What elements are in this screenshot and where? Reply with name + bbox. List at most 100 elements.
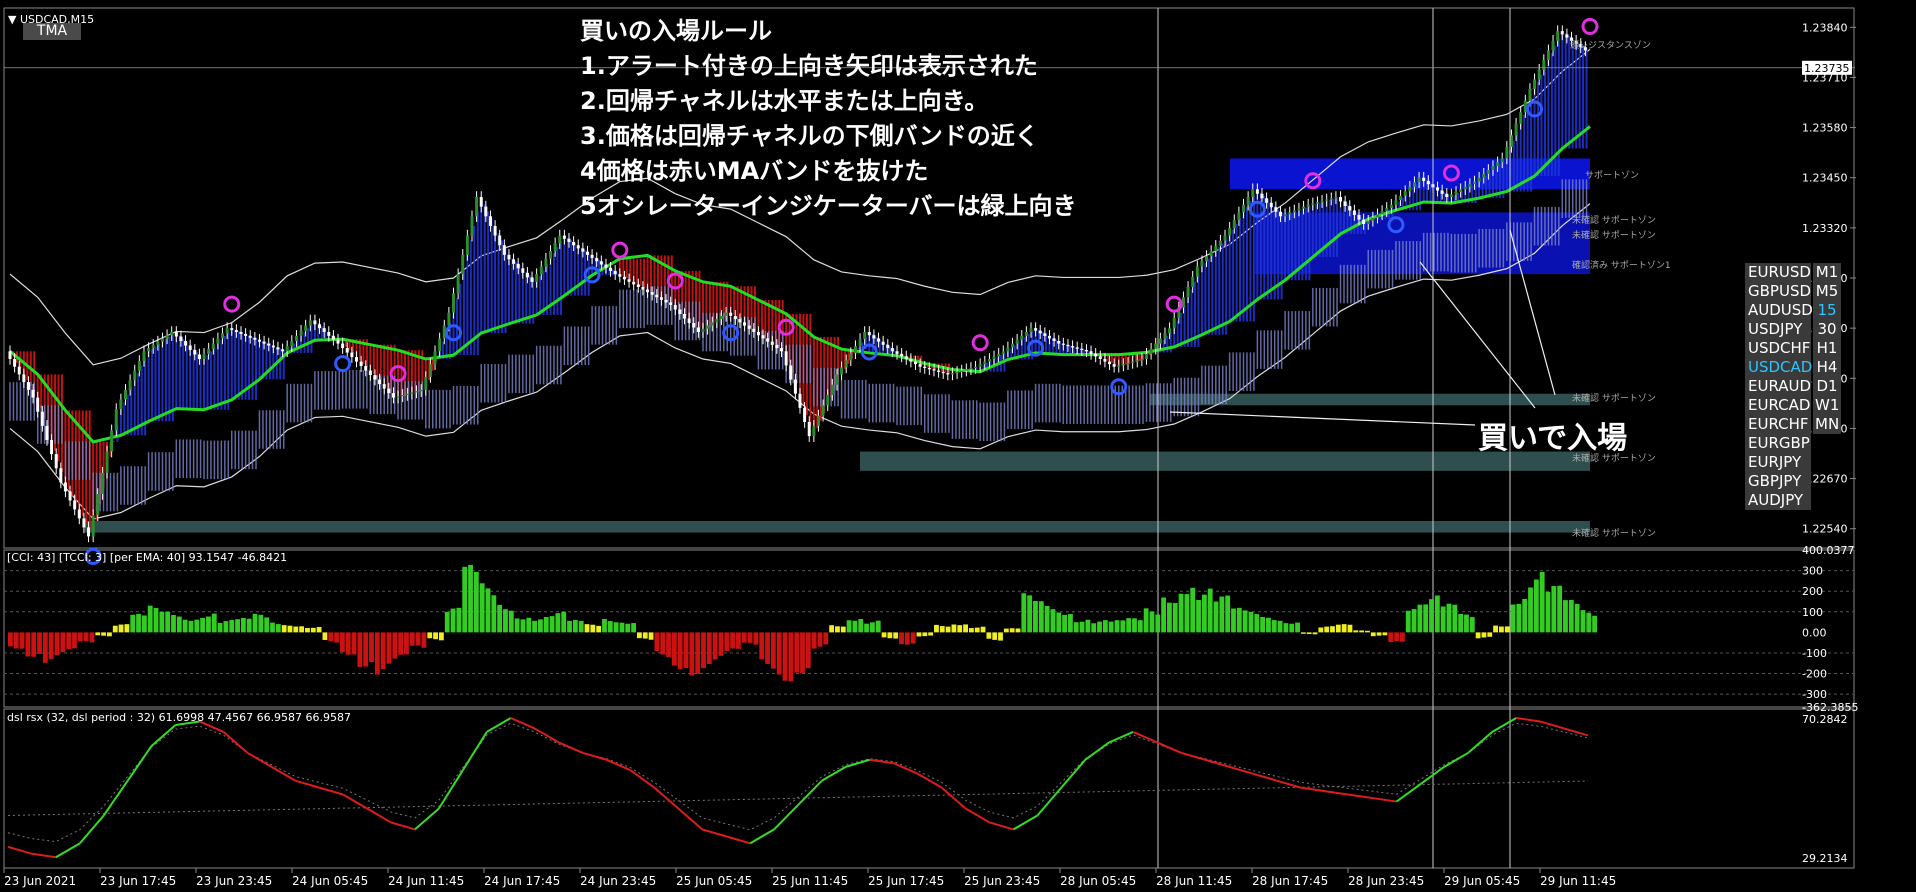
sell-arrow-icon xyxy=(1581,17,1599,35)
candle-body xyxy=(632,281,636,285)
cci-bar xyxy=(1330,626,1335,633)
cci-bar xyxy=(1557,585,1563,633)
symbol-button[interactable]: USDJPY xyxy=(1745,320,1811,339)
candle-body xyxy=(433,351,437,365)
timeframe-button[interactable]: MN xyxy=(1813,415,1841,434)
cci-bar xyxy=(1225,595,1231,633)
candle-body xyxy=(331,335,335,340)
candle-body xyxy=(68,491,72,501)
candle-body xyxy=(844,360,848,368)
candle-body xyxy=(479,197,483,207)
rsx-segment xyxy=(1036,786,1063,817)
candle-body xyxy=(609,267,613,271)
candle-body xyxy=(91,515,95,537)
time-tick-label: 29 Jun 05:45 xyxy=(1444,874,1520,888)
rsx-segment xyxy=(1467,731,1493,754)
rsx-segment xyxy=(31,852,57,859)
symbol-button[interactable]: USDCHF xyxy=(1745,339,1811,358)
tma-indicator-tag[interactable]: TMA xyxy=(23,23,81,40)
candle-body xyxy=(1260,193,1264,199)
timeframe-button[interactable]: M5 xyxy=(1813,282,1841,301)
cci-bar xyxy=(520,619,526,633)
candle-body xyxy=(1463,186,1467,190)
symbol-button[interactable]: EURAUD xyxy=(1745,377,1811,396)
cci-bar xyxy=(730,632,736,649)
candle-body xyxy=(267,343,271,346)
cci-bar xyxy=(968,628,974,633)
candle-body xyxy=(304,325,308,331)
symbol-row: EURJPY xyxy=(1745,453,1849,472)
cci-bar xyxy=(77,632,83,642)
rsx-segment xyxy=(79,814,105,844)
symbol-button[interactable]: GBPUSD xyxy=(1745,282,1811,301)
cci-bar xyxy=(916,632,922,637)
candle-body xyxy=(359,361,363,367)
cci-bar xyxy=(671,632,677,666)
candle-body xyxy=(396,396,400,398)
rsx-segment xyxy=(965,807,991,824)
time-tick-label: 29 Jun 11:45 xyxy=(1540,874,1616,888)
symbol-button[interactable]: AUDUSD xyxy=(1745,301,1813,320)
symbol-button[interactable]: USDCAD xyxy=(1745,358,1812,377)
time-tick-label: 25 Jun 11:45 xyxy=(772,874,848,888)
rsx-segment xyxy=(7,845,33,855)
candle-body xyxy=(752,328,756,332)
rsx-segment xyxy=(1300,786,1325,793)
cci-bar xyxy=(1394,632,1399,642)
timeframe-button[interactable]: H4 xyxy=(1813,358,1841,377)
entry-annotation: 買いで入場 xyxy=(1478,421,1628,456)
timeframe-button[interactable]: W1 xyxy=(1813,396,1841,415)
candle-body xyxy=(549,251,553,259)
candle-body xyxy=(13,359,17,367)
cci-bar xyxy=(1178,593,1184,633)
cci-bar xyxy=(322,632,328,640)
current-price-label: 1.23735 xyxy=(1804,62,1850,75)
candle-body xyxy=(585,251,589,255)
cci-bar xyxy=(270,622,275,633)
rsx-segment xyxy=(1252,772,1278,782)
symbol-button[interactable]: EURJPY xyxy=(1745,453,1811,472)
symbol-button[interactable]: EURCHF xyxy=(1745,415,1811,434)
symbol-button[interactable]: GBPJPY xyxy=(1745,472,1811,491)
symbol-button[interactable]: EURUSD xyxy=(1745,263,1811,282)
symbol-button[interactable]: EURCAD xyxy=(1745,396,1811,415)
timeframe-button[interactable]: 30 xyxy=(1813,320,1841,339)
timeframe-button[interactable]: 15 xyxy=(1813,301,1841,320)
candle-body xyxy=(1057,341,1061,344)
candle-body xyxy=(1098,356,1102,359)
cci-bar xyxy=(19,632,25,649)
cci-bar xyxy=(503,609,508,633)
candle-body xyxy=(1278,211,1282,217)
candle-body xyxy=(1094,353,1098,357)
candle-body xyxy=(110,430,114,452)
candle-body xyxy=(1546,50,1550,61)
timeframe-button[interactable]: H1 xyxy=(1813,339,1841,358)
cci-tick-label: 0.00 xyxy=(1802,626,1827,639)
cci-bar xyxy=(188,620,194,633)
candle-body xyxy=(114,409,118,431)
rsx-segment xyxy=(486,717,512,733)
cci-bar xyxy=(741,632,747,643)
cci-bar xyxy=(572,620,578,633)
cci-bar xyxy=(351,632,357,655)
candle-body xyxy=(890,348,894,352)
collapse-arrow-icon[interactable]: ▼ xyxy=(8,13,20,26)
candle-body xyxy=(253,337,257,340)
candle-body xyxy=(105,451,109,473)
candle-body xyxy=(438,338,442,352)
rsx-tick-label: 70.2842 xyxy=(1802,713,1848,726)
cci-bar xyxy=(590,624,596,633)
cci-bar xyxy=(1504,626,1510,633)
cci-bar xyxy=(1481,632,1487,638)
cci-bar xyxy=(1201,594,1207,633)
symbol-button[interactable]: EURGBP xyxy=(1745,434,1811,453)
cci-bar xyxy=(1423,604,1429,633)
cci-bar xyxy=(980,626,986,633)
symbol-button[interactable]: AUDJPY xyxy=(1745,491,1811,510)
cci-bar xyxy=(1155,614,1161,633)
timeframe-button[interactable]: D1 xyxy=(1813,377,1841,396)
cci-bar xyxy=(1021,593,1027,633)
rsx-segment xyxy=(1372,797,1397,803)
candle-body xyxy=(1126,362,1130,365)
timeframe-button[interactable]: M1 xyxy=(1813,263,1841,282)
